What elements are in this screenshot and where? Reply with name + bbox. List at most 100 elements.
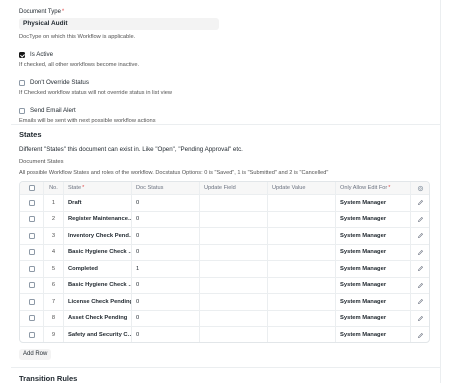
select-all-checkbox[interactable] — [28, 185, 35, 191]
update-value-cell[interactable] — [268, 244, 336, 260]
update-value-cell[interactable] — [268, 228, 336, 244]
table-row[interactable]: 7 License Check Pending 0 System Manager — [20, 294, 429, 311]
edit-icon[interactable] — [417, 298, 424, 305]
update-field-cell[interactable] — [200, 228, 268, 244]
doc-status-cell[interactable]: 1 — [132, 261, 200, 277]
doc-status-cell[interactable]: 0 — [132, 277, 200, 293]
row-edit-cell[interactable] — [411, 228, 429, 244]
allow-edit-cell[interactable]: System Manager — [336, 228, 411, 244]
update-value-cell[interactable] — [268, 294, 336, 310]
doc-status-cell[interactable]: 0 — [132, 294, 200, 310]
edit-icon[interactable] — [417, 249, 424, 256]
table-row[interactable]: 9 Safety and Security C… 0 System Manager — [20, 327, 429, 342]
row-number: 5 — [44, 261, 64, 277]
table-row[interactable]: 6 Basic Hygiene Check … 0 System Manager — [20, 277, 429, 294]
doc-status-cell[interactable]: 0 — [132, 310, 200, 326]
edit-icon[interactable] — [417, 315, 424, 322]
table-row[interactable]: 4 Basic Hygiene Check … 0 System Manager — [20, 244, 429, 261]
state-cell[interactable]: Register Maintenance… — [64, 211, 132, 227]
add-row-button[interactable]: Add Row — [19, 349, 52, 360]
update-field-cell[interactable] — [200, 294, 268, 310]
row-checkbox[interactable] — [28, 249, 35, 256]
table-row[interactable]: 3 Inventory Check Pend… 0 System Manager — [20, 228, 429, 245]
allow-edit-cell[interactable]: System Manager — [336, 310, 411, 326]
edit-icon[interactable] — [417, 282, 424, 289]
row-checkbox[interactable] — [28, 332, 35, 339]
state-cell[interactable]: Completed — [64, 261, 132, 277]
state-cell[interactable]: Asset Check Pending — [64, 310, 132, 326]
row-edit-cell[interactable] — [411, 327, 429, 342]
update-field-cell[interactable] — [200, 327, 268, 342]
update-value-cell[interactable] — [268, 211, 336, 227]
allow-edit-cell[interactable]: System Manager — [336, 277, 411, 293]
update-field-cell[interactable] — [200, 261, 268, 277]
row-number: 7 — [44, 294, 64, 310]
edit-icon[interactable] — [417, 199, 424, 206]
doc-status-cell[interactable]: 0 — [132, 327, 200, 342]
row-select-cell — [20, 195, 44, 211]
row-edit-cell[interactable] — [411, 261, 429, 277]
row-number: 8 — [44, 310, 64, 326]
row-checkbox[interactable] — [28, 315, 35, 322]
doc-status-cell[interactable]: 0 — [132, 228, 200, 244]
row-edit-cell[interactable] — [411, 245, 429, 261]
update-field-cell[interactable] — [200, 310, 268, 326]
state-cell[interactable]: Inventory Check Pend… — [64, 228, 132, 244]
state-cell[interactable]: Basic Hygiene Check … — [64, 277, 132, 293]
state-cell[interactable]: Basic Hygiene Check … — [64, 244, 132, 260]
allow-edit-cell[interactable]: System Manager — [336, 294, 411, 310]
state-cell[interactable]: Draft — [64, 195, 132, 211]
gear-icon[interactable] — [417, 185, 424, 192]
row-checkbox[interactable] — [28, 265, 35, 272]
row-edit-cell[interactable] — [411, 278, 429, 294]
update-field-cell[interactable] — [200, 244, 268, 260]
edit-icon[interactable] — [417, 232, 424, 239]
is-active-checkbox[interactable] — [19, 51, 25, 58]
row-checkbox[interactable] — [28, 282, 35, 289]
update-value-cell[interactable] — [268, 310, 336, 326]
document-states-label: Document States — [19, 159, 64, 165]
edit-icon[interactable] — [417, 265, 424, 272]
doc-status-cell[interactable]: 0 — [132, 211, 200, 227]
edit-icon[interactable] — [417, 332, 424, 339]
is-active-description: If checked, all other workflows become i… — [19, 62, 140, 68]
send-email-checkbox[interactable] — [19, 107, 25, 114]
update-value-cell[interactable] — [268, 261, 336, 277]
row-edit-cell[interactable] — [411, 195, 429, 211]
column-settings[interactable] — [411, 182, 429, 194]
row-checkbox[interactable] — [28, 232, 35, 239]
state-cell[interactable]: Safety and Security C… — [64, 327, 132, 342]
row-checkbox[interactable] — [28, 199, 35, 206]
row-edit-cell[interactable] — [411, 212, 429, 228]
dont-override-checkbox[interactable] — [19, 79, 25, 86]
update-field-cell[interactable] — [200, 195, 268, 211]
allow-edit-cell[interactable]: System Manager — [336, 244, 411, 260]
row-checkbox[interactable] — [28, 298, 35, 305]
dont-override-description: If Checked workflow status will not over… — [19, 90, 172, 96]
transition-rules-heading: Transition Rules — [19, 374, 78, 383]
state-cell[interactable]: License Check Pending — [64, 294, 132, 310]
document-type-field[interactable]: Physical Audit — [19, 18, 219, 30]
update-value-cell[interactable] — [268, 277, 336, 293]
update-value-cell[interactable] — [268, 195, 336, 211]
allow-edit-cell[interactable]: System Manager — [336, 327, 411, 342]
table-row[interactable]: 1 Draft 0 System Manager — [20, 195, 429, 212]
table-row[interactable]: 5 Completed 1 System Manager — [20, 261, 429, 278]
row-checkbox[interactable] — [28, 216, 35, 223]
doc-status-cell[interactable]: 0 — [132, 195, 200, 211]
doc-status-cell[interactable]: 0 — [132, 244, 200, 260]
allow-edit-cell[interactable]: System Manager — [336, 261, 411, 277]
right-border — [440, 0, 441, 383]
update-field-cell[interactable] — [200, 277, 268, 293]
update-field-cell[interactable] — [200, 211, 268, 227]
row-edit-cell[interactable] — [411, 311, 429, 327]
row-edit-cell[interactable] — [411, 294, 429, 310]
table-row[interactable]: 8 Asset Check Pending 0 System Manager — [20, 310, 429, 327]
update-value-cell[interactable] — [268, 327, 336, 342]
col-update-value: Update Value — [268, 182, 336, 194]
edit-icon[interactable] — [417, 216, 424, 223]
send-email-row: Send Email Alert — [19, 107, 419, 114]
allow-edit-cell[interactable]: System Manager — [336, 195, 411, 211]
table-row[interactable]: 2 Register Maintenance… 0 System Manager — [20, 211, 429, 228]
allow-edit-cell[interactable]: System Manager — [336, 211, 411, 227]
